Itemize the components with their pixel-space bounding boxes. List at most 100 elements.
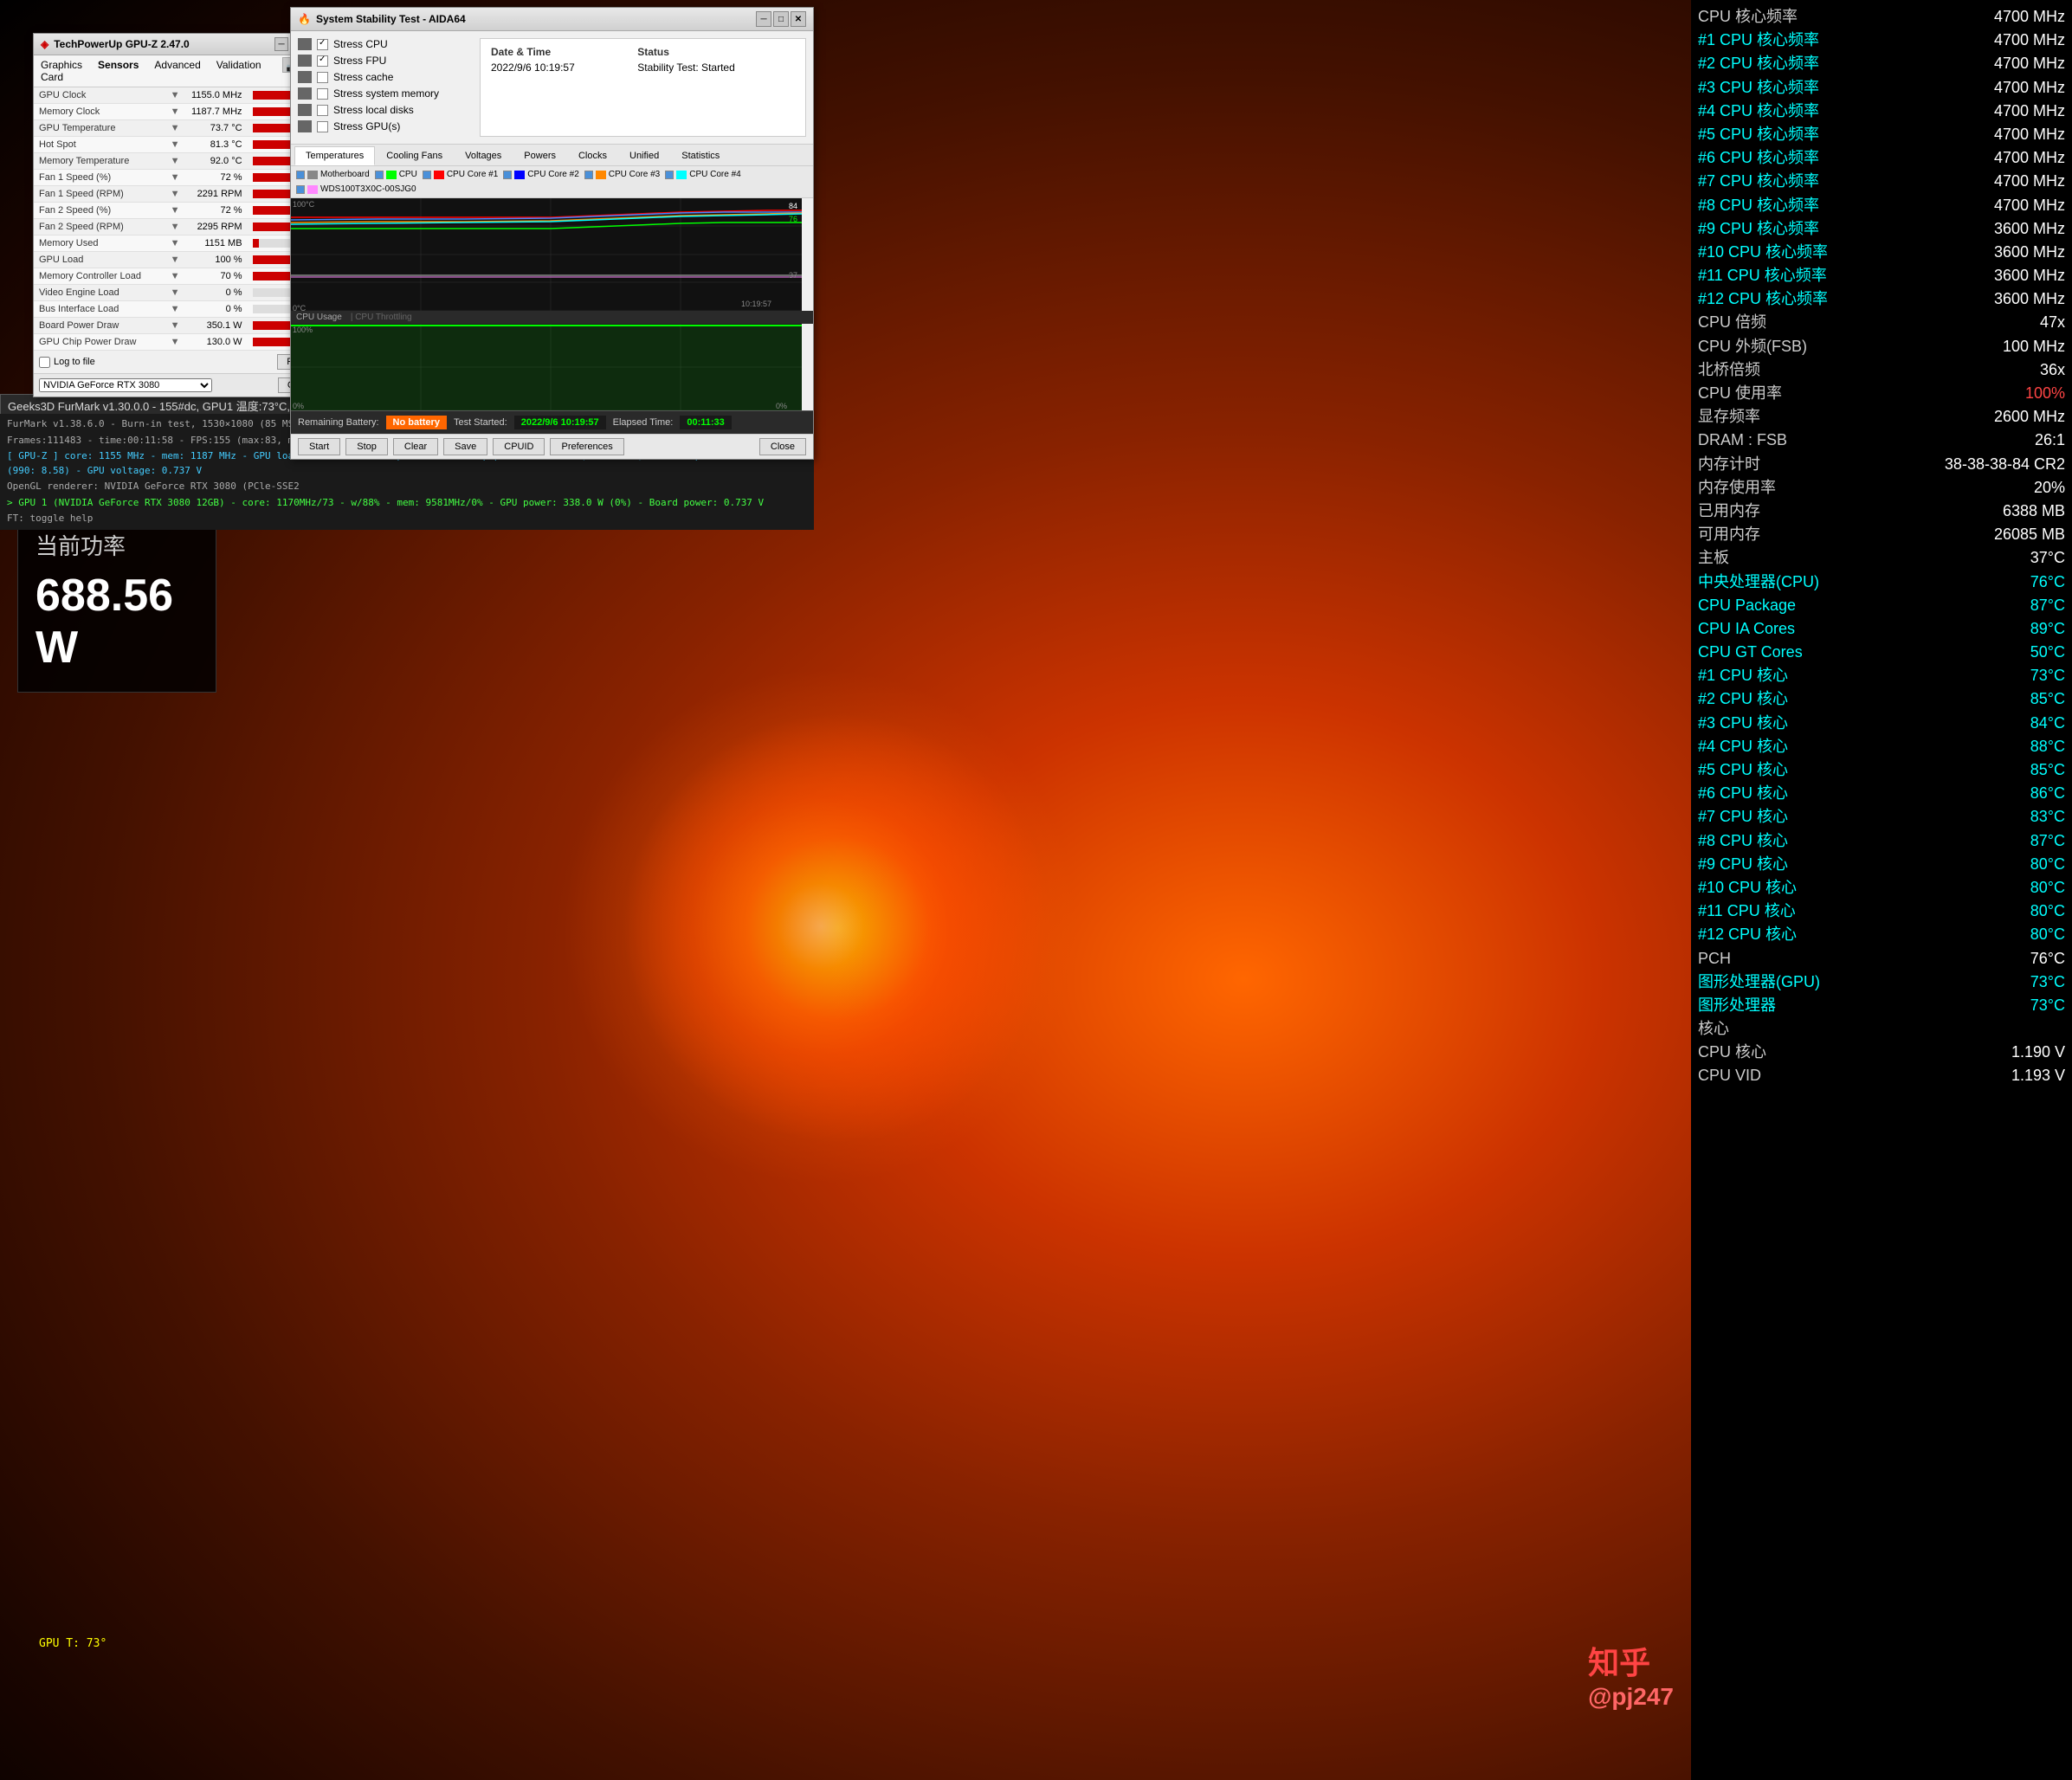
hwinfo-label: CPU 外频(FSB) xyxy=(1698,336,1807,358)
hwinfo-value: 6388 MB xyxy=(2003,500,2065,522)
hwinfo-label: #10 CPU 核心 xyxy=(1698,877,1797,899)
sensor-name: Board Power Draw xyxy=(34,318,165,334)
hwinfo-row: #2 CPU 核心频率4700 MHz xyxy=(1698,52,2065,75)
hwinfo-row: 内存使用率20% xyxy=(1698,476,2065,500)
aida-tab-cooling-fans[interactable]: Cooling Fans xyxy=(375,146,454,165)
sensor-row: GPU Clock ▼ 1155.0 MHz xyxy=(34,87,326,104)
legend-checkbox[interactable] xyxy=(423,171,431,179)
furmark-log-line: FT: toggle help xyxy=(7,511,807,527)
hwinfo-row: DRAM : FSB26:1 xyxy=(1698,429,2065,452)
aida-save-btn[interactable]: Save xyxy=(443,438,487,455)
hwinfo-row: #11 CPU 核心80°C xyxy=(1698,900,2065,923)
hwinfo-row: 图形处理器(GPU)73°C xyxy=(1698,971,2065,994)
legend-checkbox[interactable] xyxy=(665,171,674,179)
legend-checkbox[interactable] xyxy=(584,171,593,179)
date-time-value: 2022/9/6 10:19:57 xyxy=(486,60,632,75)
gpuz-menu-graphics-card[interactable]: Graphics Card xyxy=(37,57,86,85)
legend-checkbox[interactable] xyxy=(503,171,512,179)
hwinfo-value: 4700 MHz xyxy=(1994,100,2065,122)
aida-preferences-btn[interactable]: Preferences xyxy=(550,438,623,455)
sensor-row: Fan 1 Speed (%) ▼ 72 % xyxy=(34,170,326,186)
aida-tab-voltages[interactable]: Voltages xyxy=(454,146,513,165)
aida-start-btn[interactable]: Start xyxy=(298,438,340,455)
aida-tab-powers[interactable]: Powers xyxy=(513,146,567,165)
hwinfo-label: DRAM : FSB xyxy=(1698,429,1787,451)
sensor-value: 0 % xyxy=(184,285,247,301)
sensor-value: 1155.0 MHz xyxy=(184,87,247,104)
log-checkbox[interactable] xyxy=(39,357,50,368)
hwinfo-label: #1 CPU 核心频率 xyxy=(1698,29,1819,51)
hwinfo-label: 北桥倍频 xyxy=(1698,359,1760,381)
hwinfo-row: CPU VID1.193 V xyxy=(1698,1064,2065,1087)
test-started-label: Test Started: xyxy=(454,417,507,428)
aida-close-action-btn[interactable]: Close xyxy=(759,438,806,455)
aida-tab-unified[interactable]: Unified xyxy=(618,146,670,165)
stress-checkbox[interactable] xyxy=(317,121,328,132)
svg-text:0%: 0% xyxy=(776,402,787,410)
hwinfo-value: 37°C xyxy=(2030,547,2065,569)
hwinfo-label: CPU Package xyxy=(1698,595,1796,616)
stress-label: Stress cache xyxy=(333,71,393,83)
sensor-name: Memory Clock xyxy=(34,104,165,120)
stress-checkbox[interactable] xyxy=(317,88,328,100)
stress-checkbox[interactable] xyxy=(317,55,328,67)
legend-color-swatch xyxy=(434,171,444,179)
aida-minimize-btn[interactable]: ─ xyxy=(756,11,771,27)
sensor-name: Memory Used xyxy=(34,235,165,252)
gpuz-menu-advanced[interactable]: Advanced xyxy=(151,57,203,85)
stress-option: Stress system memory xyxy=(298,87,471,100)
hwinfo-row: #4 CPU 核心频率4700 MHz xyxy=(1698,100,2065,123)
aida-maximize-btn[interactable]: □ xyxy=(773,11,789,27)
stress-checkbox[interactable] xyxy=(317,105,328,116)
hwinfo-value: 87°C xyxy=(2030,830,2065,852)
hwinfo-value: 80°C xyxy=(2030,854,2065,875)
hwinfo-label: #11 CPU 核心频率 xyxy=(1698,265,1827,287)
stress-checkbox[interactable] xyxy=(317,72,328,83)
gpuz-minimize-btn[interactable]: ─ xyxy=(274,37,288,51)
hwinfo-label: CPU IA Cores xyxy=(1698,618,1795,640)
hwinfo-row: CPU 倍频47x xyxy=(1698,311,2065,334)
aida-tab-clocks[interactable]: Clocks xyxy=(567,146,618,165)
legend-color-swatch xyxy=(307,185,318,194)
aida-close-btn[interactable]: ✕ xyxy=(791,11,806,27)
sensor-row: Fan 1 Speed (RPM) ▼ 2291 RPM xyxy=(34,186,326,203)
sensor-value: 92.0 °C xyxy=(184,153,247,170)
sensor-name: Hot Spot xyxy=(34,137,165,153)
sensor-name: Video Engine Load xyxy=(34,285,165,301)
hwinfo-row: 内存计时38-38-38-84 CR2 xyxy=(1698,453,2065,476)
aida-tab-statistics[interactable]: Statistics xyxy=(670,146,731,165)
stress-checkbox[interactable] xyxy=(317,39,328,50)
gpuz-menu-sensors[interactable]: Sensors xyxy=(94,57,142,85)
hwinfo-label: #7 CPU 核心频率 xyxy=(1698,171,1819,192)
gpuz-gpu-selector[interactable]: NVIDIA GeForce RTX 3080 xyxy=(39,378,212,392)
svg-text:0°C: 0°C xyxy=(293,304,307,311)
stress-icon xyxy=(298,38,312,50)
hwinfo-label: #10 CPU 核心频率 xyxy=(1698,242,1828,263)
aida-tab-temperatures[interactable]: Temperatures xyxy=(294,146,375,165)
hwinfo-value: 1.193 V xyxy=(2011,1065,2065,1087)
aida-stop-btn[interactable]: Stop xyxy=(345,438,388,455)
aida-clear-btn[interactable]: Clear xyxy=(393,438,438,455)
hwinfo-value: 50°C xyxy=(2030,642,2065,663)
legend-checkbox[interactable] xyxy=(296,171,305,179)
hwinfo-row: #5 CPU 核心85°C xyxy=(1698,758,2065,782)
sensor-name: Fan 2 Speed (%) xyxy=(34,203,165,219)
sensor-row: Memory Clock ▼ 1187.7 MHz xyxy=(34,104,326,120)
svg-text:76: 76 xyxy=(789,215,797,223)
hwinfo-value: 76°C xyxy=(2030,571,2065,593)
hwinfo-row: CPU Package87°C xyxy=(1698,594,2065,617)
gpuz-menu-validation[interactable]: Validation xyxy=(213,57,265,85)
aida-window: 🔥 System Stability Test - AIDA64 ─ □ ✕ S… xyxy=(290,7,814,460)
aida-cpuid-btn[interactable]: CPUID xyxy=(493,438,545,455)
sensor-value: 0 % xyxy=(184,301,247,318)
legend-checkbox[interactable] xyxy=(296,185,305,194)
stress-label: Stress GPU(s) xyxy=(333,120,400,132)
hwinfo-row: #10 CPU 核心频率3600 MHz xyxy=(1698,241,2065,264)
legend-checkbox[interactable] xyxy=(375,171,384,179)
stress-label: Stress FPU xyxy=(333,55,386,67)
stress-option: Stress local disks xyxy=(298,104,471,116)
gpu-temp-overlay: GPU T: 73° xyxy=(39,1637,107,1650)
sensor-row: Memory Used ▼ 1151 MB xyxy=(34,235,326,252)
sensor-value: 81.3 °C xyxy=(184,137,247,153)
hwinfo-row: CPU 外频(FSB)100 MHz xyxy=(1698,335,2065,358)
